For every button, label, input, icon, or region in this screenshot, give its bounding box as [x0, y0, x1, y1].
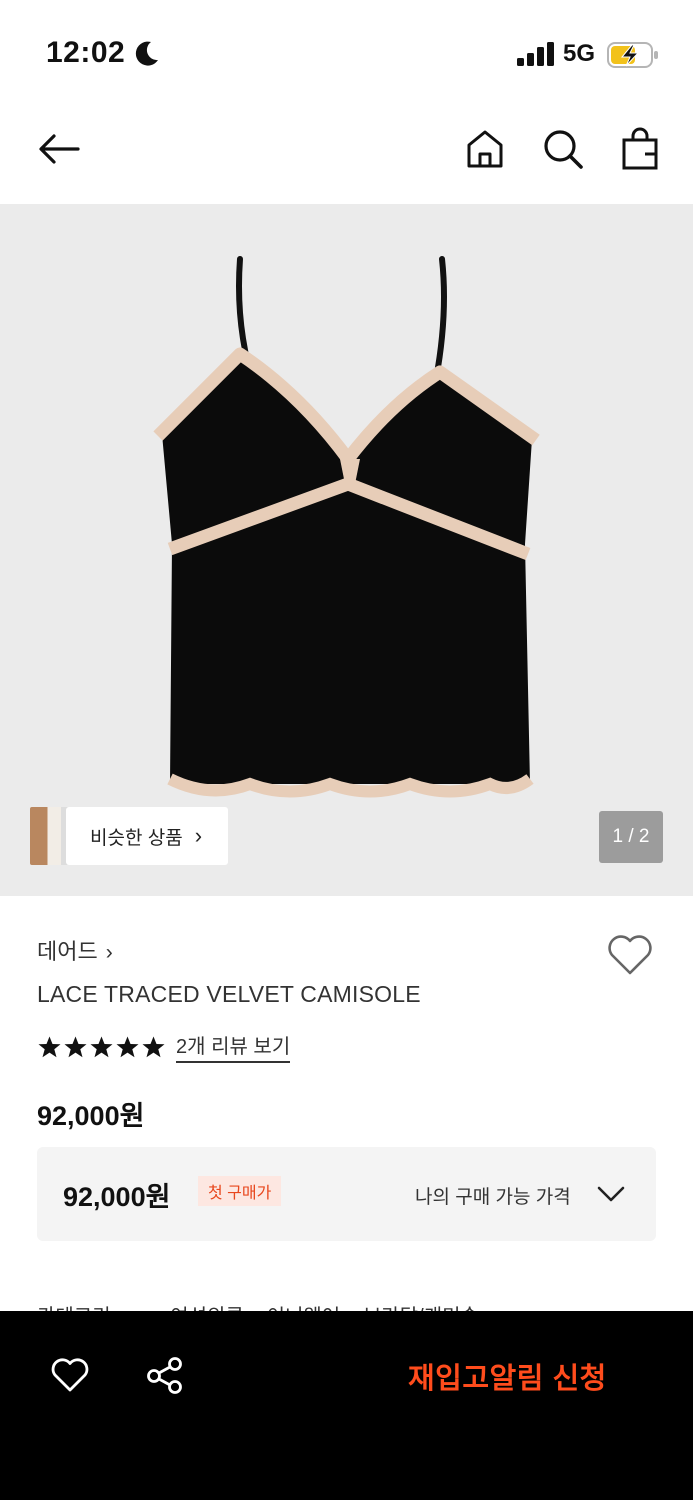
product-image[interactable] [150, 254, 550, 804]
network-label: 5G [563, 40, 596, 67]
star-icon [90, 1036, 113, 1057]
back-icon[interactable] [36, 126, 82, 172]
status-bar: 12:02 5G [0, 0, 693, 100]
product-image-area[interactable]: 비슷한 상품 › 1 / 2 [0, 204, 693, 896]
top-nav [0, 100, 693, 204]
similar-products-button[interactable]: 비슷한 상품 › [30, 807, 229, 865]
similar-label-box[interactable]: 비슷한 상품 › [66, 807, 229, 865]
image-counter: 1 / 2 [599, 811, 663, 863]
first-purchase-price: 92,000원 [63, 1182, 171, 1212]
star-icon [38, 1036, 61, 1057]
chevron-down-icon[interactable] [597, 1185, 625, 1203]
restock-alert-button[interactable]: 재입고알림 신청 [408, 1355, 607, 1397]
brand-name: 데어드 [37, 939, 98, 964]
first-purchase-badge: 첫 구매가 [198, 1176, 282, 1206]
my-price-box[interactable]: 92,000원 첫 구매가 나의 구매 가능 가격 [37, 1147, 656, 1241]
bottom-action-bar: 재입고알림 신청 [0, 1311, 693, 1500]
brand-link[interactable]: 데어드 › [37, 934, 113, 966]
heart-icon[interactable] [50, 1357, 90, 1393]
heart-icon[interactable] [606, 933, 654, 977]
product-price: 92,000원 [37, 1101, 145, 1131]
moon-icon [135, 41, 158, 66]
signal-icon [517, 42, 554, 66]
star-icon [116, 1036, 139, 1057]
battery-icon [607, 42, 658, 68]
home-icon[interactable] [462, 126, 508, 172]
search-icon[interactable] [540, 126, 586, 172]
chevron-right-icon: › [194, 823, 203, 848]
status-time: 12:02 [46, 36, 126, 69]
share-icon[interactable] [145, 1355, 185, 1395]
rating-row: 2개 리뷰 보기 [37, 1030, 291, 1063]
product-name: LACE TRACED VELVET CAMISOLE [37, 981, 421, 1007]
similar-label: 비슷한 상품 [90, 827, 183, 849]
my-price-label[interactable]: 나의 구매 가능 가격 [415, 1182, 571, 1209]
star-icon [64, 1036, 87, 1057]
bag-icon[interactable] [617, 126, 663, 172]
star-icon [142, 1036, 165, 1057]
review-link[interactable]: 2개 리뷰 보기 [176, 1030, 291, 1063]
star-rating [37, 1035, 166, 1059]
chevron-right-icon: › [105, 941, 113, 964]
